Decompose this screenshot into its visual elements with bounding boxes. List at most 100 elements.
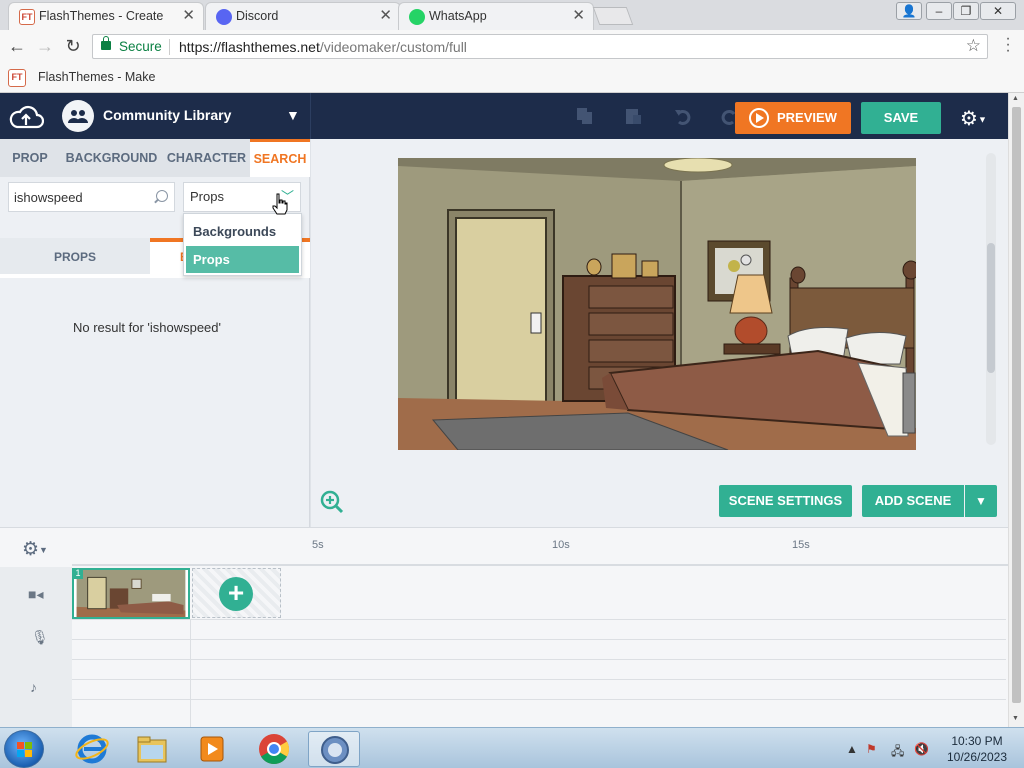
page-scrollbar[interactable]: ▲ ▼	[1008, 93, 1024, 727]
community-icon	[62, 100, 94, 132]
scene-settings-button[interactable]: SCENE SETTINGS	[719, 485, 852, 517]
action-center-flag-icon[interactable]: ⚑	[866, 742, 877, 756]
type-select-value: Props	[190, 189, 224, 204]
preview-button[interactable]: PREVIEW	[735, 102, 851, 134]
settings-gear-icon[interactable]: ⚙▼	[960, 106, 987, 131]
bookmark-label: FlashThemes - Make	[38, 70, 156, 84]
scene-thumbnail[interactable]	[72, 568, 190, 619]
cloud-upload-icon[interactable]	[8, 103, 44, 131]
tab-whatsapp[interactable]: WhatsApp ✕	[398, 2, 594, 30]
library-selector[interactable]: Community Library	[103, 107, 231, 123]
dropdown-option-backgrounds[interactable]: Backgrounds	[186, 218, 299, 245]
bookmark-flashthemes[interactable]: FT FlashThemes - Make	[8, 69, 156, 87]
start-button[interactable]	[4, 730, 44, 768]
tab-character[interactable]: CHARACTER	[163, 139, 250, 177]
app-toolbar: Community Library ▼ PREVIEW SAVE ⚙▼	[0, 93, 1008, 139]
close-window-button[interactable]: ✕	[980, 2, 1016, 20]
tab-search[interactable]: SEARCH	[250, 139, 310, 177]
folder-icon	[137, 736, 167, 763]
scene-canvas[interactable]	[398, 158, 916, 450]
dropdown-option-props[interactable]: Props	[186, 246, 299, 273]
video-camera-icon: ■◂	[28, 586, 44, 602]
back-icon[interactable]: ←	[6, 36, 28, 57]
left-panel: PROP BACKGROUND CHARACTER SEARCH Props ﹀…	[0, 139, 310, 527]
close-tab-icon[interactable]: ✕	[572, 3, 585, 29]
url-host: https://flashthemes.net	[179, 39, 320, 55]
browser-menu-icon[interactable]: · · ·	[1000, 31, 1016, 59]
track-divider	[72, 679, 1006, 680]
chevron-down-icon[interactable]: ▼	[965, 485, 997, 517]
tick-label: 5s	[312, 539, 324, 551]
subtab-props[interactable]: PROPS	[0, 238, 150, 274]
asset-tabs: PROP BACKGROUND CHARACTER SEARCH	[0, 139, 310, 177]
scrollbar-thumb[interactable]	[987, 243, 995, 373]
flashthemes-icon: FT	[8, 69, 26, 87]
chevron-down-icon[interactable]: ▼	[286, 107, 300, 123]
url-path: /videomaker/custom/full	[319, 39, 467, 55]
add-scene-button[interactable]: ADD SCENE	[862, 485, 964, 517]
tab-discord[interactable]: Discord ✕	[205, 2, 401, 30]
search-icon[interactable]	[156, 190, 168, 202]
clock-time: 10:30 PM	[951, 734, 1003, 748]
system-clock[interactable]: 10:30 PM 10/26/2023	[944, 733, 1010, 765]
paste-icon[interactable]	[624, 107, 642, 125]
tick-label: 15s	[792, 539, 810, 551]
taskbar-chrome[interactable]	[248, 731, 300, 767]
tab-title: FlashThemes - Create	[39, 9, 164, 23]
divider	[310, 93, 311, 139]
internet-explorer-icon	[75, 734, 109, 764]
whatsapp-icon	[409, 9, 425, 25]
track-divider	[72, 619, 1006, 620]
taskbar-file-explorer[interactable]	[126, 731, 178, 767]
close-tab-icon[interactable]: ✕	[379, 3, 392, 29]
undo-icon[interactable]	[674, 107, 692, 125]
tab-flashthemes[interactable]: FT FlashThemes - Create ✕	[8, 2, 204, 30]
url-text: https://flashthemes.net/videomaker/custo…	[179, 39, 467, 55]
copy-icon[interactable]	[576, 107, 594, 125]
zoom-in-icon[interactable]	[320, 490, 344, 514]
track-labels: ■◂ 🎙 ♪	[0, 567, 72, 728]
reload-icon[interactable]: ↻	[62, 36, 84, 57]
tab-background[interactable]: BACKGROUND	[60, 139, 163, 177]
minimize-button[interactable]: –	[926, 2, 952, 20]
tab-prop[interactable]: PROP	[0, 139, 60, 177]
search-input[interactable]	[8, 182, 175, 212]
scroll-up-icon[interactable]: ▲	[1012, 95, 1019, 102]
save-button[interactable]: SAVE	[861, 102, 941, 134]
close-tab-icon[interactable]: ✕	[182, 3, 195, 29]
show-hidden-icons[interactable]: ▲	[846, 742, 858, 756]
music-note-icon: ♪	[30, 679, 37, 695]
bookmarks-bar: FT FlashThemes - Make	[0, 63, 1024, 93]
scene-number: 1	[73, 568, 83, 579]
time-ruler[interactable]: 5s 10s 15s	[72, 528, 1008, 566]
taskbar-internet-explorer[interactable]	[66, 731, 118, 767]
forward-icon[interactable]: →	[34, 36, 56, 57]
timeline-settings-gear-icon[interactable]: ⚙▼	[22, 538, 48, 561]
track-divider	[72, 699, 1006, 700]
timeline: ⚙▼ 5s 10s 15s ■◂ 🎙 ♪ 1 +	[0, 527, 1008, 728]
taskbar-chrome-active[interactable]	[308, 731, 360, 767]
new-tab-button[interactable]	[592, 7, 634, 25]
tab-title: Discord	[236, 9, 279, 23]
track-divider	[190, 619, 191, 728]
profile-icon[interactable]: 👤	[896, 2, 922, 20]
url-field[interactable]: Secure https://flashthemes.net/videomake…	[92, 34, 988, 59]
no-result-message: No result for 'ishowspeed'	[72, 320, 222, 335]
clock-date: 10/26/2023	[946, 750, 1008, 764]
microphone-icon: 🎙	[31, 629, 49, 645]
bookmark-star-icon[interactable]: ☆	[966, 36, 981, 56]
windows-logo-icon	[17, 742, 33, 757]
add-scene-slot[interactable]: +	[192, 568, 281, 618]
restore-button[interactable]: ❐	[953, 2, 979, 20]
stage-scrollbar[interactable]	[986, 153, 996, 445]
tick-label: 10s	[552, 539, 570, 551]
plus-icon[interactable]: +	[219, 577, 253, 611]
network-icon[interactable]: 🖧	[891, 742, 904, 763]
scrollbar-thumb[interactable]	[1012, 107, 1021, 703]
scroll-down-icon[interactable]: ▼	[1012, 715, 1019, 722]
separator	[169, 39, 170, 55]
chrome-window-icon	[321, 736, 349, 764]
type-dropdown-menu: Backgrounds Props	[183, 213, 302, 276]
taskbar-media-player[interactable]	[186, 731, 238, 767]
volume-muted-icon[interactable]: 🔇	[914, 742, 929, 756]
